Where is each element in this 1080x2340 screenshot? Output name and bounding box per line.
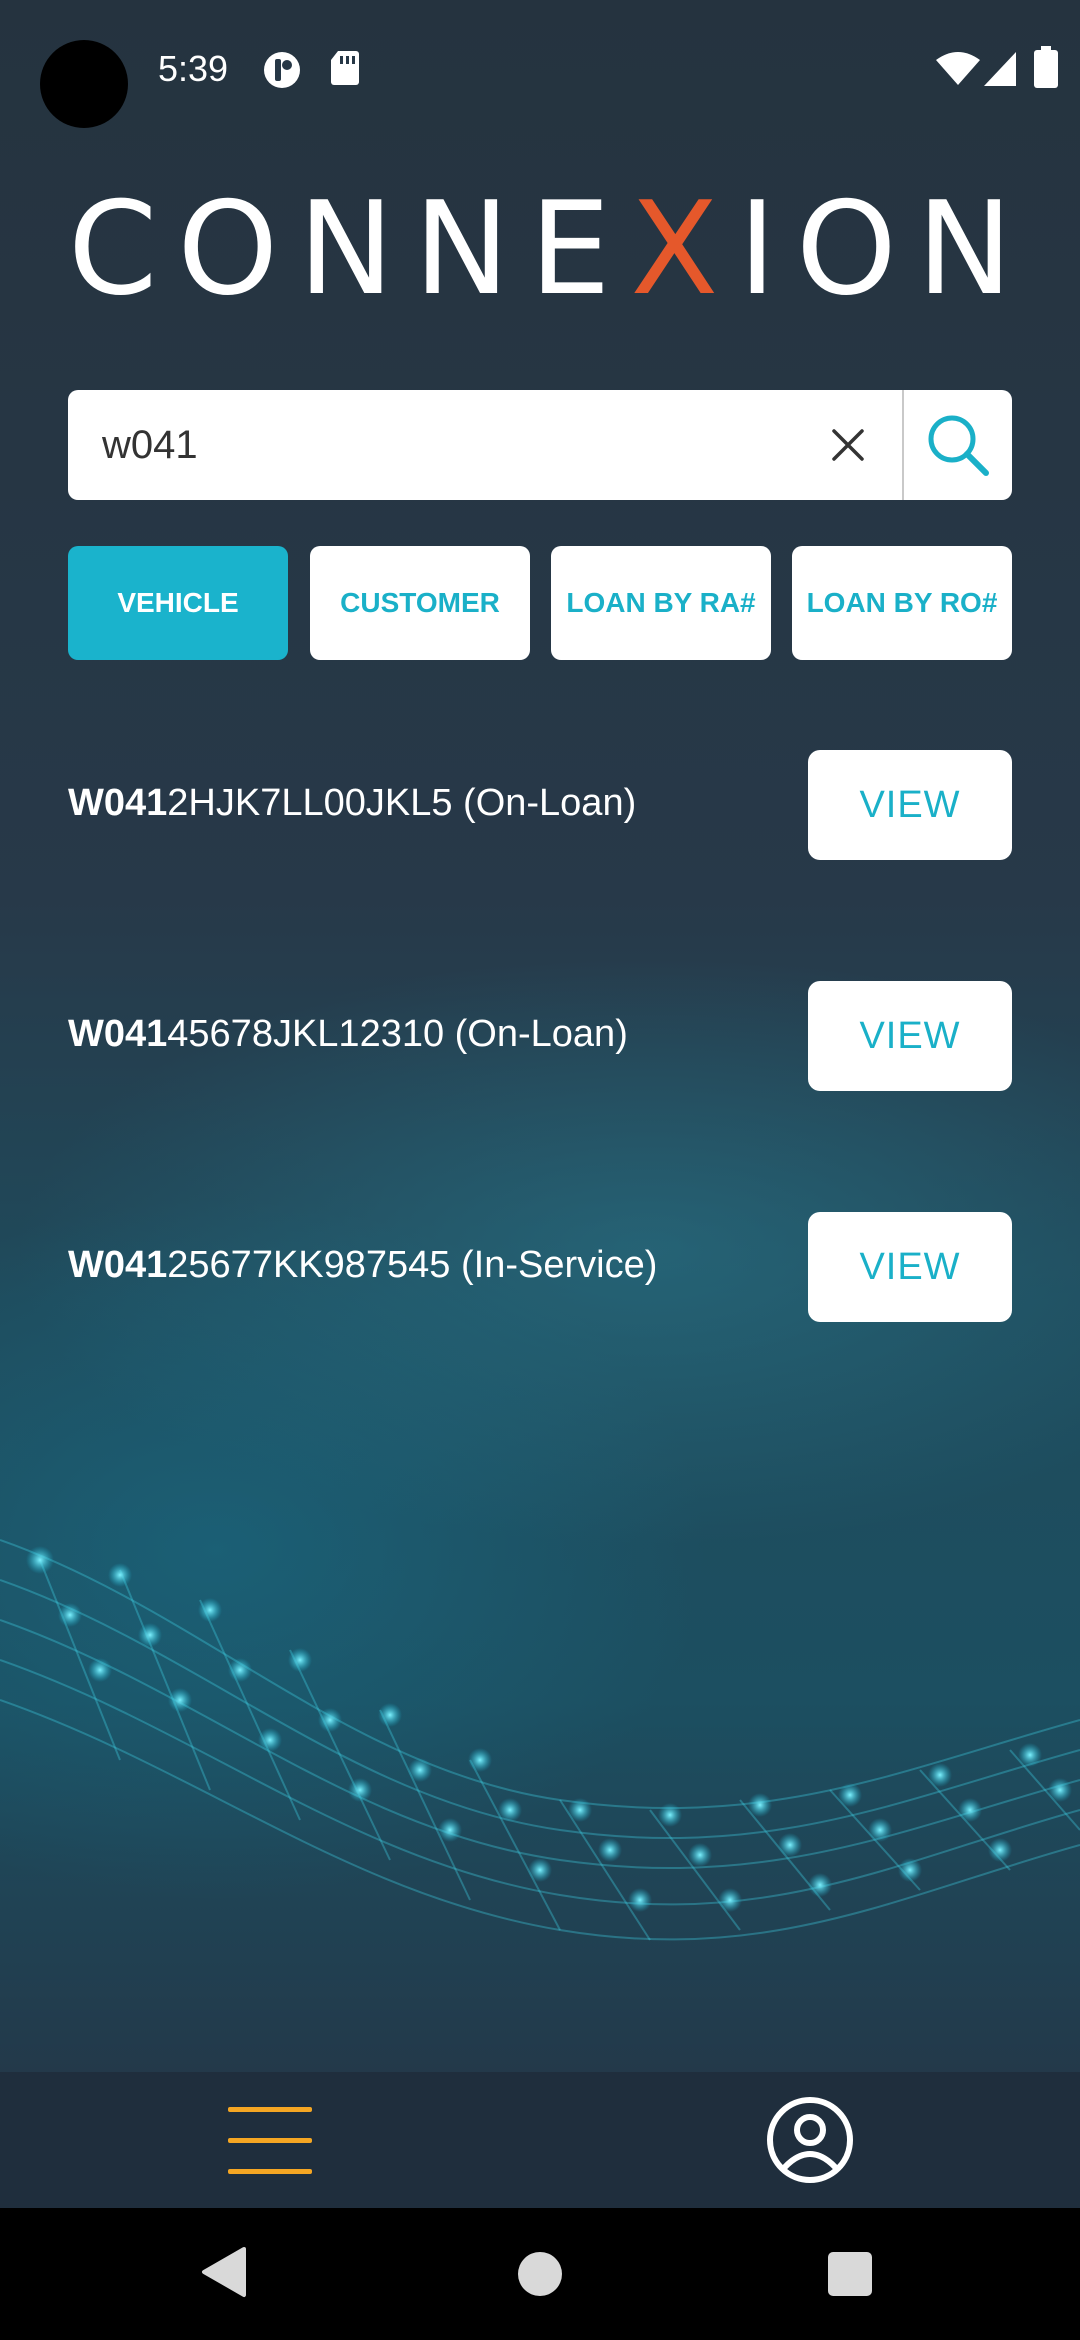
status-time: 5:39	[158, 48, 229, 89]
close-icon	[832, 429, 864, 461]
hamburger-menu-icon	[228, 2107, 312, 2174]
clear-search-button[interactable]	[806, 390, 890, 500]
app-notification-icon	[264, 52, 300, 88]
wifi-icon	[936, 52, 980, 85]
search-icon	[928, 415, 989, 476]
search-button[interactable]	[904, 390, 1012, 500]
recent-apps-icon[interactable]	[828, 2252, 872, 2296]
view-button[interactable]: VIEW	[808, 1212, 1012, 1322]
cell-signal-icon	[984, 52, 1016, 86]
sd-card-icon	[331, 51, 359, 85]
profile-button[interactable]	[764, 2094, 856, 2186]
home-icon[interactable]	[518, 2252, 562, 2296]
view-button[interactable]: VIEW	[808, 750, 1012, 860]
user-profile-icon	[767, 2097, 853, 2183]
bottom-app-bar	[0, 2072, 1080, 2208]
tab-loan-by-ro[interactable]: LOAN BY RO#	[792, 546, 1012, 660]
result-item-text: W04125677KK987545 (In-Service)	[68, 1244, 658, 1286]
status-bar: 5:39	[0, 0, 1080, 140]
logo-accent-x: X	[630, 175, 739, 324]
tab-customer[interactable]: CUSTOMER	[310, 546, 530, 660]
result-item-text: W04145678JKL12310 (On-Loan)	[68, 1013, 628, 1055]
tab-vehicle[interactable]: VEHICLE	[68, 546, 288, 660]
menu-button[interactable]	[222, 2098, 318, 2182]
view-button[interactable]: VIEW	[808, 981, 1012, 1091]
tab-loan-by-ra[interactable]: LOAN BY RA#	[551, 546, 771, 660]
camera-cutout	[40, 40, 128, 128]
connexion-logo: CONNE X ION	[68, 175, 1033, 324]
mesh-wave-graphic	[0, 1539, 1080, 1941]
result-item-text: W0412HJK7LL00JKL5 (On-Loan)	[68, 782, 637, 824]
back-icon[interactable]	[200, 2246, 246, 2298]
battery-icon	[1034, 46, 1058, 88]
search-bar	[68, 390, 1012, 500]
search-input[interactable]	[68, 390, 806, 500]
